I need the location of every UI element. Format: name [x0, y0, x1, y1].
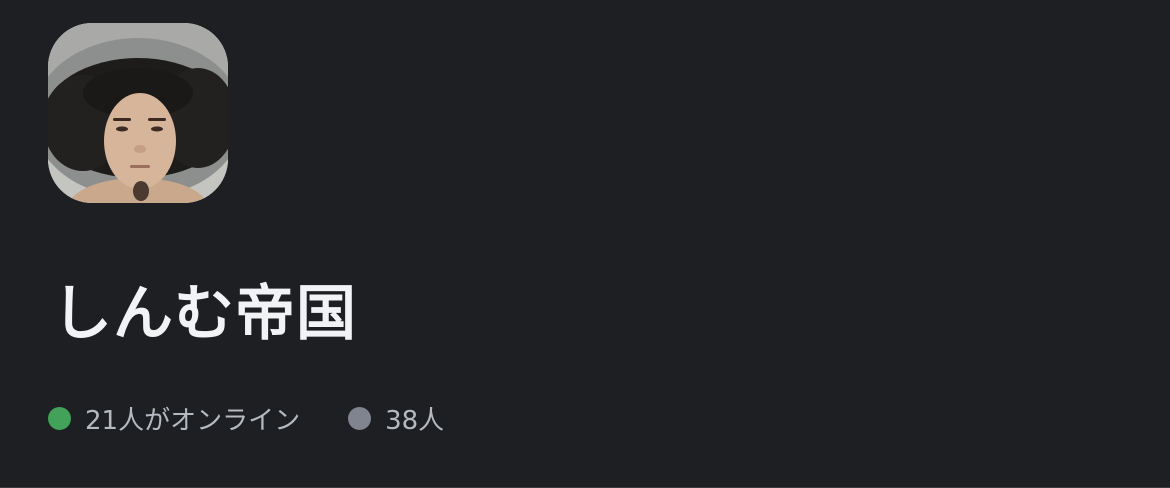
member-count-label: 38人 [385, 405, 445, 436]
server-info-card: しんむ帝国 21人がオンライン 38人 [0, 0, 1170, 488]
server-name: しんむ帝国 [52, 279, 357, 349]
server-avatar-image [48, 23, 228, 203]
online-status-dot-icon [48, 406, 71, 430]
member-count: 38人 [348, 400, 444, 437]
online-count-label: 21人がオンライン [85, 405, 301, 436]
server-icon[interactable] [48, 23, 228, 203]
member-status-dot-icon [348, 406, 372, 430]
server-stats: 21人がオンライン 38人 [48, 398, 444, 438]
online-count: 21人がオンライン [48, 400, 300, 437]
